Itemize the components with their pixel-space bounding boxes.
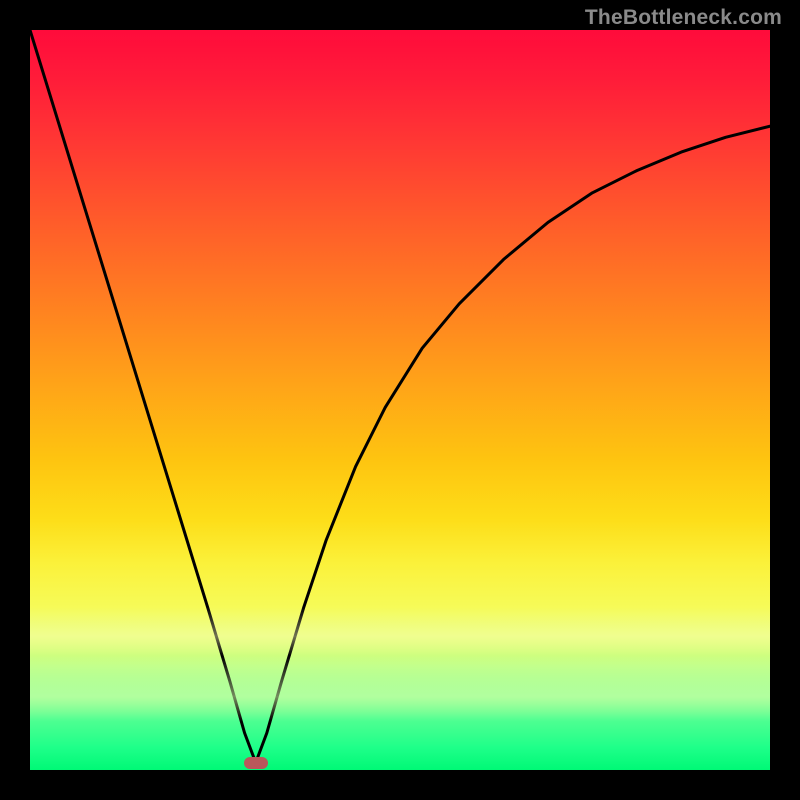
plot-area <box>30 30 770 770</box>
optimal-point-marker <box>244 757 268 769</box>
chart-frame: TheBottleneck.com <box>0 0 800 800</box>
watermark-text: TheBottleneck.com <box>585 6 782 30</box>
bottleneck-curve <box>30 30 770 770</box>
